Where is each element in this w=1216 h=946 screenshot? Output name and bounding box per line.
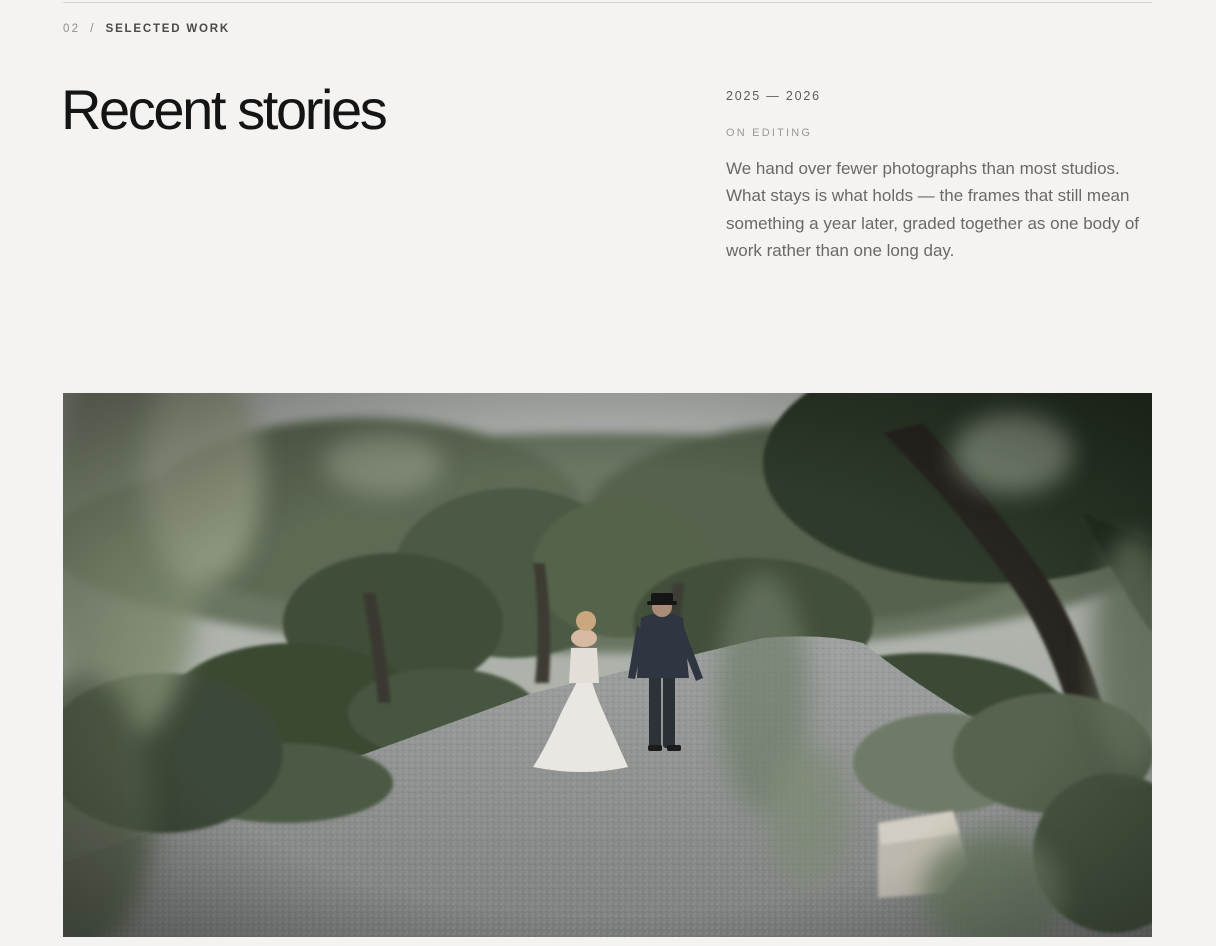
year-range: 2025 — 2026: [726, 89, 821, 103]
olive-grove-image: [63, 393, 1152, 937]
editing-label: ON EDITING: [726, 127, 813, 139]
page-title: Recent stories: [61, 78, 388, 141]
top-divider: [63, 2, 1152, 3]
editing-description: We hand over fewer photographs than most…: [726, 159, 1139, 260]
featured-story-photo[interactable]: [63, 393, 1152, 937]
section-eyebrow: 02 / SELECTED WORK: [63, 22, 230, 36]
section-separator: /: [90, 23, 96, 35]
selected-work-section: 02 / SELECTED WORK Recent stories 2025 — 2…: [0, 0, 1216, 946]
section-number: 02: [63, 23, 81, 35]
section-label: SELECTED WORK: [105, 23, 230, 35]
